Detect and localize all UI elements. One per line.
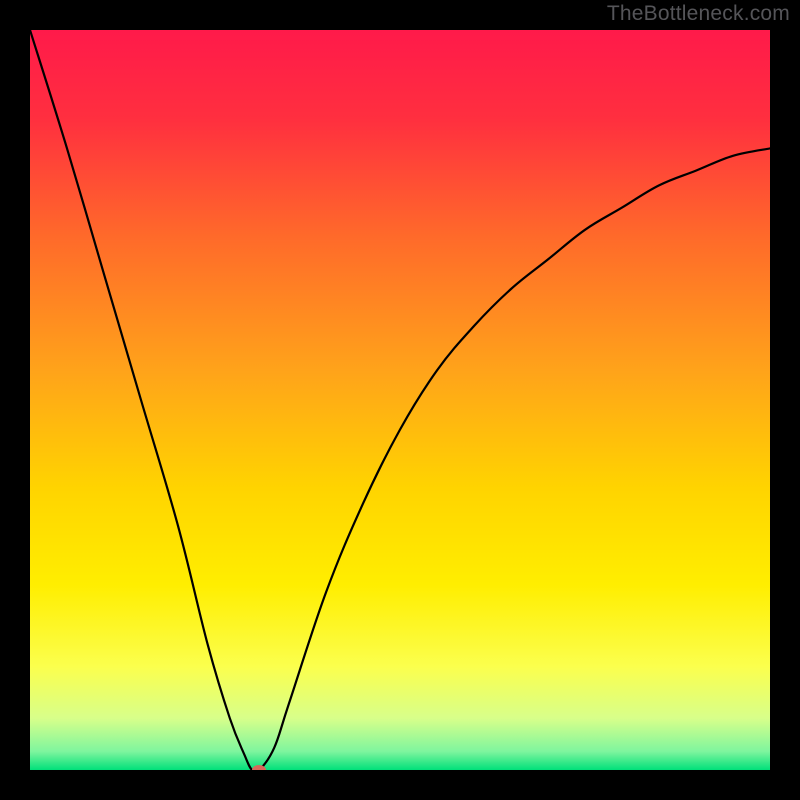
bottleneck-curve: [30, 30, 770, 770]
optimal-marker: [252, 765, 266, 770]
watermark-text: TheBottleneck.com: [607, 2, 790, 26]
plot-area: [30, 30, 770, 770]
chart-frame: TheBottleneck.com: [0, 0, 800, 800]
